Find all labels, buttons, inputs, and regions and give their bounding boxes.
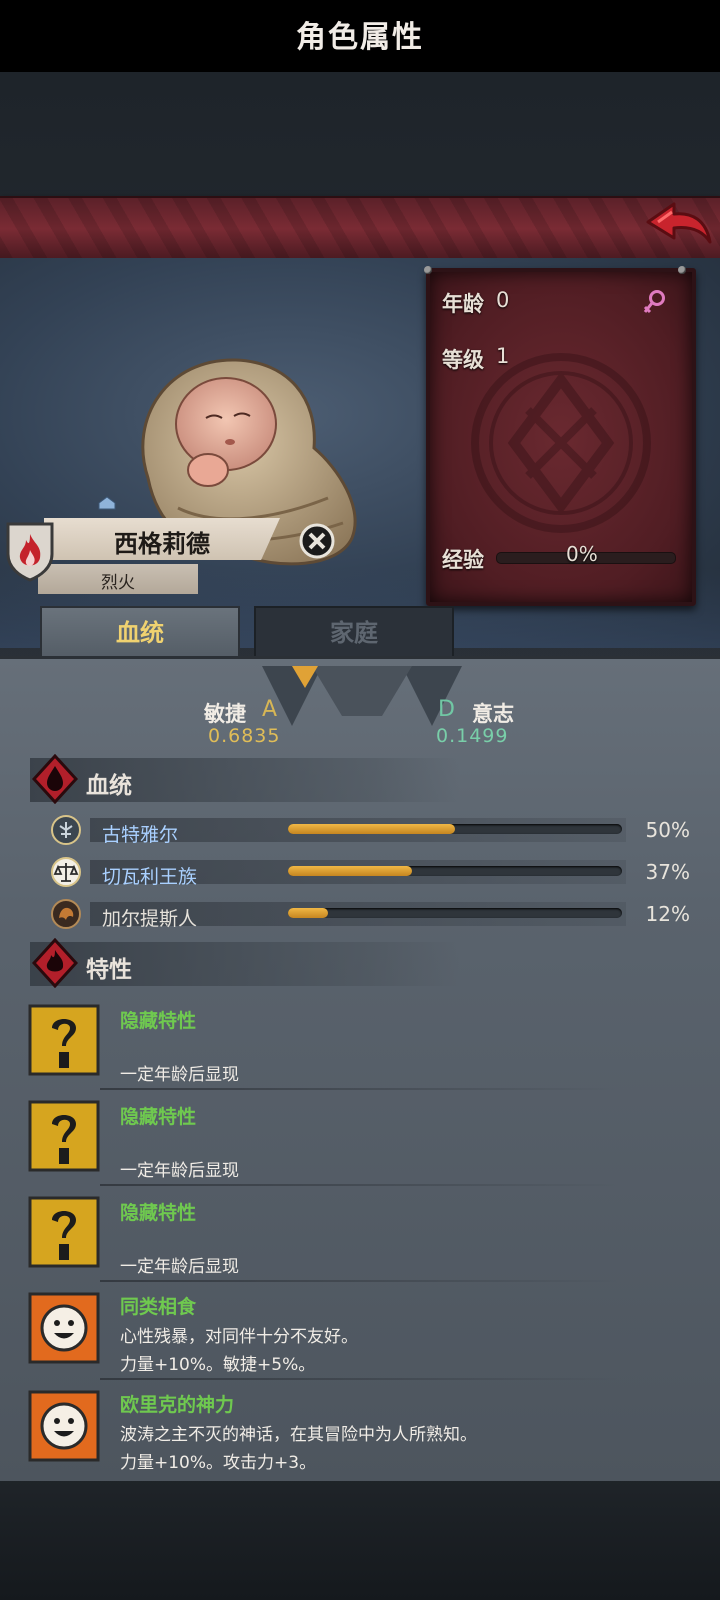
character-subtitle: 烈火	[101, 573, 135, 593]
fire-crest-icon	[6, 522, 54, 582]
question-mark-icon	[28, 1100, 100, 1172]
level-label: 等级	[442, 348, 484, 372]
attribute-left-name: 敏捷	[204, 702, 246, 726]
attribute-left-grade: A	[262, 697, 278, 722]
lineage-percent: 50%	[645, 818, 690, 842]
back-arrow-icon[interactable]	[644, 198, 714, 256]
smiley-face-icon	[28, 1292, 100, 1364]
smiley-face-icon	[28, 1390, 100, 1462]
lineage-name: 切瓦利王族	[102, 866, 198, 888]
lineage-name: 加尔提斯人	[102, 908, 198, 930]
age-label: 年龄	[442, 292, 484, 316]
level-value: 1	[496, 344, 510, 368]
trait-name: 隐藏特性	[120, 1010, 197, 1032]
lineage-bar	[288, 908, 622, 918]
lineage-percent: 12%	[645, 902, 690, 926]
trait-name: 欧里克的神力	[120, 1394, 235, 1416]
attribute-right-grade: D	[438, 697, 455, 722]
tree-emblem-icon	[51, 815, 81, 845]
trait-description: 一定年龄后显现	[120, 1257, 239, 1277]
trait-name: 同类相食	[120, 1296, 197, 1318]
beast-emblem-icon	[51, 899, 81, 929]
female-gender-icon	[643, 290, 665, 314]
house-icon	[98, 496, 116, 510]
question-mark-icon	[28, 1196, 100, 1268]
trait-effect: 力量+10%。敏捷+5%。	[120, 1355, 316, 1375]
title-banner	[0, 196, 720, 262]
tab-lineage[interactable]: 血统	[40, 606, 240, 658]
rivet	[424, 266, 432, 274]
blood-drop-icon	[32, 754, 78, 804]
lineage-bar-fill	[288, 866, 412, 876]
dismiss-icon[interactable]	[298, 522, 336, 560]
trait-effect: 力量+10%。攻击力+3。	[120, 1453, 317, 1473]
bottom-area	[0, 1478, 720, 1600]
trait-name: 隐藏特性	[120, 1202, 197, 1224]
lineage-bar	[288, 866, 622, 876]
lineage-bar	[288, 824, 622, 834]
attribute-right-value: 0.1499	[436, 725, 509, 747]
trait-description: 一定年龄后显现	[120, 1161, 239, 1181]
question-mark-icon	[28, 1004, 100, 1076]
lineage-name: 古特雅尔	[102, 824, 179, 846]
tab-family[interactable]: 家庭	[254, 606, 454, 660]
traits-section-title: 特性	[86, 957, 132, 983]
age-value: 0	[496, 288, 510, 312]
trait-description: 波涛之主不灭的神话，在其冒险中为人所熟知。	[120, 1425, 477, 1445]
lineage-section-title: 血统	[86, 773, 132, 799]
exp-value: 0%	[566, 542, 598, 566]
page-title: 角色属性	[296, 20, 424, 55]
attribute-left-value: 0.6835	[208, 725, 281, 747]
divider	[100, 1280, 620, 1282]
celtic-knot-emblem	[471, 353, 651, 533]
exp-label: 经验	[442, 548, 484, 572]
trait-description: 一定年龄后显现	[120, 1065, 239, 1085]
attribute-right-name: 意志	[472, 702, 514, 726]
attribute-frame	[262, 666, 462, 726]
divider	[100, 1088, 620, 1090]
flame-diamond-icon	[32, 938, 78, 988]
lineage-bar-fill	[288, 908, 329, 918]
lineage-bar-fill	[288, 824, 455, 834]
divider	[100, 1184, 620, 1186]
divider	[100, 1378, 620, 1380]
rivet	[678, 266, 686, 274]
trait-description: 心性残暴，对同伴十分不友好。	[120, 1327, 358, 1347]
lineage-percent: 37%	[645, 860, 690, 884]
scales-emblem-icon	[51, 857, 81, 887]
trait-name: 隐藏特性	[120, 1106, 197, 1128]
character-name: 西格莉德	[114, 530, 210, 558]
